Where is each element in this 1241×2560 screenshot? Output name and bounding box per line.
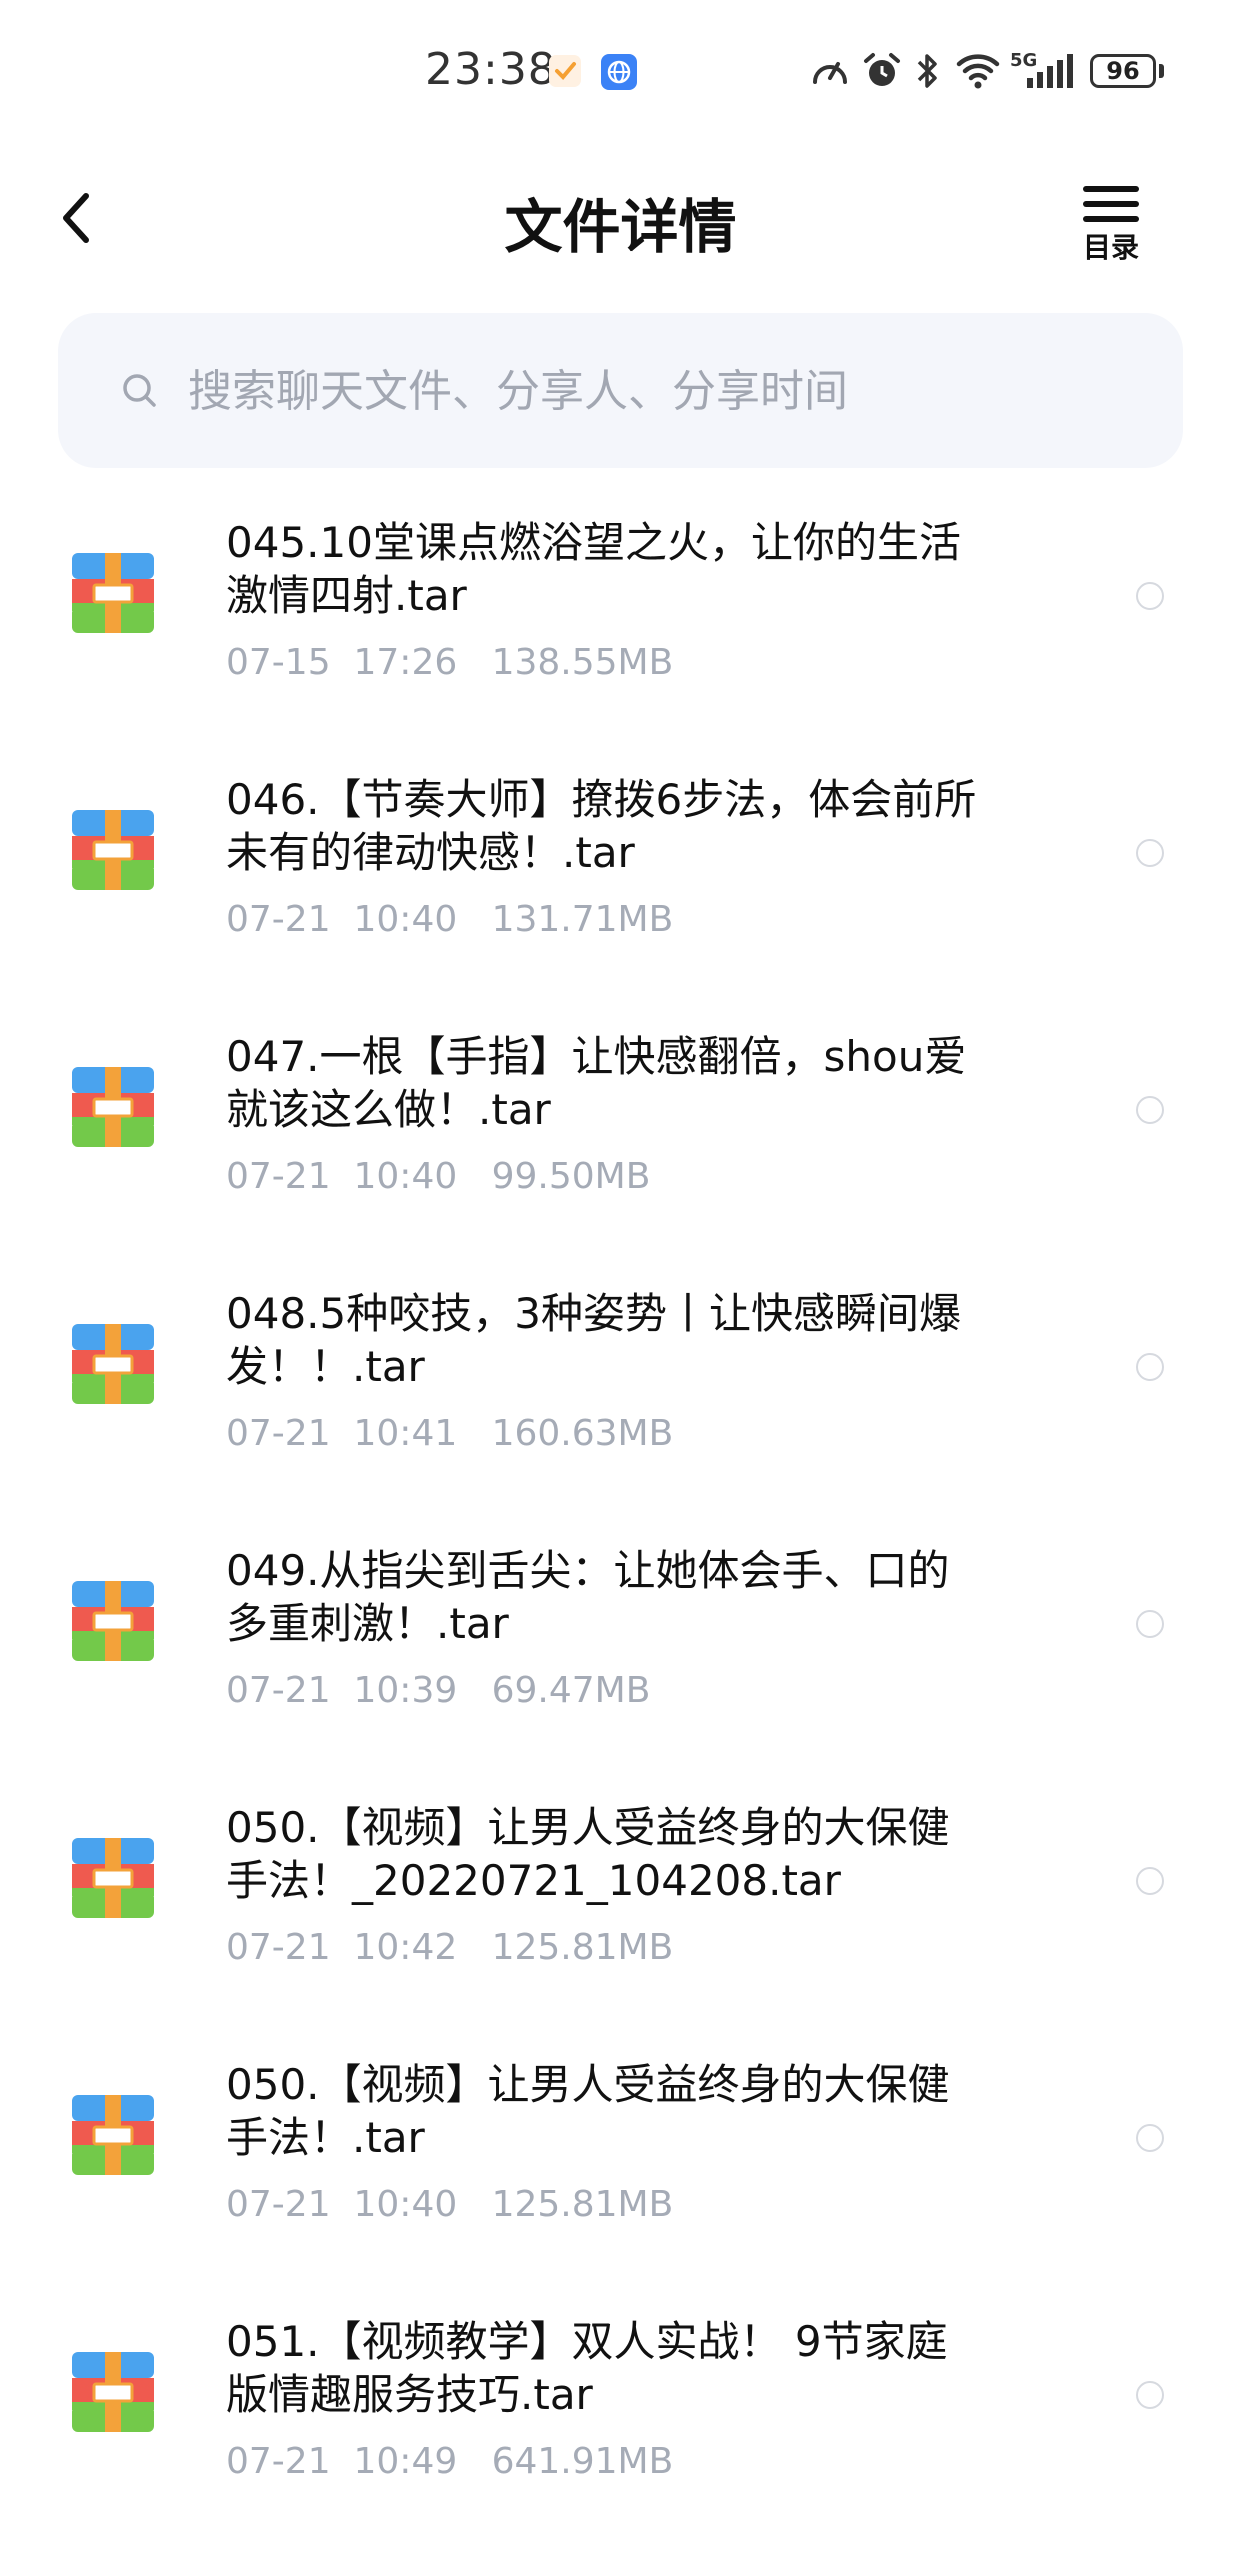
- file-date: 07-21: [226, 1927, 331, 1968]
- file-date: 07-21: [226, 2184, 331, 2225]
- archive-file-icon: [72, 1838, 154, 1918]
- file-list-item[interactable]: 048.5种咬技，3种姿势丨让快感瞬间爆 发！！.tar 07-21 10:41 1…: [0, 1241, 1241, 1498]
- toc-button[interactable]: 目录: [1075, 182, 1147, 264]
- file-date: 07-21: [226, 1413, 331, 1454]
- file-name-line: 050.【视频】让男人受益终身的大保健: [226, 2060, 950, 2109]
- file-time: 10:40: [353, 899, 458, 940]
- file-meta: 07-21 10:42 125.81MB: [226, 1927, 673, 1968]
- file-name: 051.【视频教学】双人实战！ 9节家庭 版情趣服务技巧.tar: [226, 2315, 1056, 2421]
- file-name: 049.从指尖到舌尖：让她体会手、口的 多重刺激！.tar: [226, 1544, 1056, 1650]
- file-list-item[interactable]: 046.【节奏大师】撩拨6步法，体会前所 未有的律动快感！.tar 07-21 10…: [0, 727, 1241, 984]
- file-date: 07-21: [226, 1670, 331, 1711]
- file-list-item[interactable]: 047.一根【手指】让快感翻倍，shou爱 就该这么做！.tar 07-21 10:…: [0, 984, 1241, 1241]
- file-list-item[interactable]: 050.【视频】让男人受益终身的大保健 手法！_20220721_104208.t…: [0, 1755, 1241, 2012]
- file-size: 125.81MB: [491, 2184, 674, 2225]
- file-name-line: 版情趣服务技巧.tar: [226, 2370, 593, 2419]
- file-date: 07-21: [226, 2441, 331, 2482]
- file-name: 046.【节奏大师】撩拨6步法，体会前所 未有的律动快感！.tar: [226, 773, 1056, 879]
- file-name-line: 发！！.tar: [226, 1342, 425, 1391]
- file-meta: 07-21 10:40 99.50MB: [226, 1156, 650, 1197]
- file-meta: 07-21 10:40 131.71MB: [226, 899, 673, 940]
- radio-circle-icon[interactable]: [1136, 839, 1164, 867]
- file-meta: 07-21 10:40 125.81MB: [226, 2184, 673, 2225]
- radio-circle-icon[interactable]: [1136, 1610, 1164, 1638]
- radio-circle-icon[interactable]: [1136, 2381, 1164, 2409]
- file-meta: 07-15 17:26 138.55MB: [226, 642, 673, 683]
- file-size: 160.63MB: [491, 1413, 674, 1454]
- wifi-icon: [956, 54, 1000, 89]
- archive-file-icon: [72, 1581, 154, 1661]
- file-list-item[interactable]: 050.【视频】让男人受益终身的大保健 手法！.tar 07-21 10:40 12…: [0, 2012, 1241, 2269]
- toc-label: 目录: [1082, 231, 1139, 264]
- radio-circle-icon[interactable]: [1136, 1353, 1164, 1381]
- alarm-icon: [864, 53, 900, 86]
- file-name-line: 多重刺激！.tar: [226, 1599, 509, 1648]
- search-input[interactable]: [186, 313, 1140, 470]
- file-name: 050.【视频】让男人受益终身的大保健 手法！_20220721_104208.t…: [226, 1801, 1056, 1907]
- file-date: 07-15: [226, 642, 331, 683]
- file-size: 138.55MB: [491, 642, 674, 683]
- bluetooth-icon: [917, 54, 937, 88]
- file-meta: 07-21 10:41 160.63MB: [226, 1413, 673, 1454]
- file-name: 048.5种咬技，3种姿势丨让快感瞬间爆 发！！.tar: [226, 1287, 1056, 1393]
- file-name-line: 就该这么做！.tar: [226, 1085, 551, 1134]
- radio-circle-icon[interactable]: [1136, 582, 1164, 610]
- status-time: 23:38: [425, 44, 557, 95]
- speedometer-icon: [813, 62, 847, 84]
- file-meta: 07-21 10:49 641.91MB: [226, 2441, 673, 2482]
- file-name-line: 048.5种咬技，3种姿势丨让快感瞬间爆: [226, 1289, 961, 1338]
- file-time: 10:39: [353, 1670, 458, 1711]
- radio-circle-icon[interactable]: [1136, 2124, 1164, 2152]
- file-name-line: 激情四射.tar: [226, 571, 467, 620]
- archive-file-icon: [72, 1324, 154, 1404]
- file-size: 69.47MB: [491, 1670, 651, 1711]
- search-icon: [123, 374, 156, 407]
- file-time: 10:40: [353, 2184, 458, 2225]
- file-date: 07-21: [226, 1156, 331, 1197]
- signal-icon: [1027, 54, 1073, 88]
- file-list-item[interactable]: 045.10堂课点燃浴望之火，让你的生活 激情四射.tar 07-15 17:26 …: [0, 470, 1241, 727]
- file-time: 10:41: [353, 1413, 458, 1454]
- file-size: 131.71MB: [491, 899, 674, 940]
- file-name-line: 050.【视频】让男人受益终身的大保健: [226, 1803, 950, 1852]
- file-name-line: 045.10堂课点燃浴望之火，让你的生活: [226, 518, 961, 567]
- battery-tip: [1159, 64, 1164, 78]
- file-meta: 07-21 10:39 69.47MB: [226, 1670, 650, 1711]
- list-menu-icon: [1083, 186, 1139, 222]
- file-time: 10:42: [353, 1927, 458, 1968]
- radio-circle-icon[interactable]: [1136, 1867, 1164, 1895]
- file-name-line: 046.【节奏大师】撩拨6步法，体会前所: [226, 775, 977, 824]
- file-size: 125.81MB: [491, 1927, 674, 1968]
- file-name-line: 未有的律动快感！.tar: [226, 828, 635, 877]
- archive-file-icon: [72, 810, 154, 890]
- archive-file-icon: [72, 2095, 154, 2175]
- search-bar[interactable]: [58, 313, 1183, 470]
- heart-check-icon: [549, 55, 581, 87]
- file-name: 045.10堂课点燃浴望之火，让你的生活 激情四射.tar: [226, 516, 1056, 622]
- file-size: 99.50MB: [491, 1156, 651, 1197]
- file-name-line: 手法！.tar: [226, 2113, 425, 2162]
- file-size: 641.91MB: [491, 2441, 674, 2482]
- file-name-line: 049.从指尖到舌尖：让她体会手、口的: [226, 1546, 950, 1595]
- top-app-bar: 文件详情 目录: [0, 150, 1241, 280]
- archive-file-icon: [72, 2352, 154, 2432]
- file-name-line: 051.【视频教学】双人实战！ 9节家庭: [226, 2317, 948, 2366]
- radio-circle-icon[interactable]: [1136, 1096, 1164, 1124]
- file-date: 07-21: [226, 899, 331, 940]
- archive-file-icon: [72, 1067, 154, 1147]
- file-time: 10:40: [353, 1156, 458, 1197]
- file-name: 050.【视频】让男人受益终身的大保健 手法！.tar: [226, 2058, 1056, 2164]
- file-time: 17:26: [353, 642, 458, 683]
- file-time: 10:49: [353, 2441, 458, 2482]
- file-list-item[interactable]: 049.从指尖到舌尖：让她体会手、口的 多重刺激！.tar 07-21 10:39 …: [0, 1498, 1241, 1755]
- file-name-line: 047.一根【手指】让快感翻倍，shou爱: [226, 1032, 967, 1081]
- globe-icon: [601, 54, 637, 90]
- status-bar: 23:38 5G 96: [0, 0, 1241, 130]
- battery-indicator: 96: [1090, 54, 1156, 88]
- file-list-item[interactable]: 051.【视频教学】双人实战！ 9节家庭 版情趣服务技巧.tar 07-21 10:…: [0, 2269, 1241, 2526]
- file-name: 047.一根【手指】让快感翻倍，shou爱 就该这么做！.tar: [226, 1030, 1056, 1136]
- page-title: 文件详情: [504, 193, 737, 261]
- file-name-line: 手法！_20220721_104208.tar: [226, 1856, 841, 1905]
- archive-file-icon: [72, 553, 154, 633]
